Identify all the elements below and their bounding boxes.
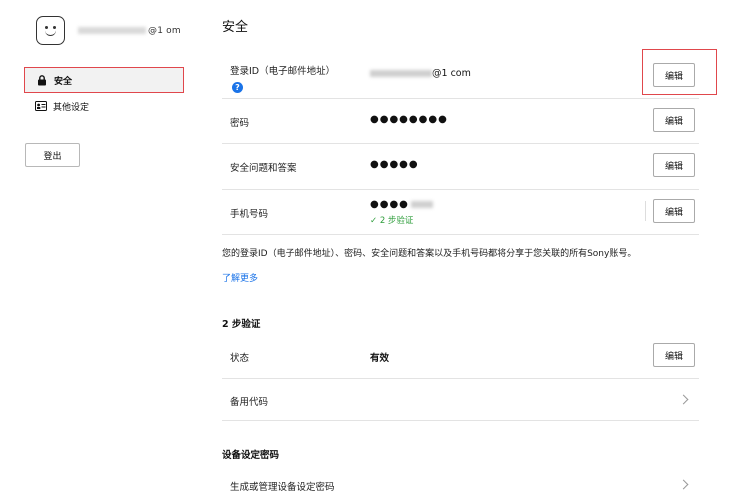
status-label: 状态 [230,353,250,364]
page-title: 安全 [222,20,249,35]
lock-icon [36,74,48,86]
password-value: ●●●●●●●● [370,114,448,125]
email-suffix: @1 om [148,26,181,36]
backup-codes-label: 备用代码 [230,397,269,408]
security-question-row: 安全问题和答案 ●●●●● 编辑 [222,144,699,190]
avatar [36,16,65,45]
avatar-eye-right [53,26,56,29]
avatar-mouth [45,30,56,36]
login-id-value: @1 com [370,68,471,79]
edit-two-step-button[interactable]: 编辑 [653,343,695,367]
sidebar-item-label: 安全 [54,76,73,87]
login-id-row: 登录ID（电子邮件地址） ? @1 com 编辑 [222,52,699,99]
help-icon[interactable]: ? [232,82,243,93]
id-card-icon [35,101,47,112]
backup-codes-row[interactable]: 备用代码 [222,379,699,421]
phone-label: 手机号码 [230,209,269,220]
edit-phone-button[interactable]: 编辑 [653,199,695,223]
email-redaction [78,27,146,34]
phone-row: 手机号码 ●●●● ✓ 2 步验证 编辑 [222,190,699,235]
sidebar-item-other-settings[interactable]: 其他设定 [24,93,184,119]
password-row: 密码 ●●●●●●●● 编辑 [222,99,699,144]
security-question-label: 安全问题和答案 [230,163,297,174]
edit-password-button[interactable]: 编辑 [653,108,695,132]
device-password-title: 设备设定密码 [222,450,280,461]
learn-more-link[interactable]: 了解更多 [222,271,258,284]
highlight-box [642,49,717,95]
sidebar-item-label: 其他设定 [53,102,90,113]
login-id-label: 登录ID（电子邮件地址） [230,66,336,77]
chevron-right-icon [678,479,689,490]
logout-button[interactable]: 登出 [25,143,80,167]
password-label: 密码 [230,118,250,129]
login-id-suffix: @1 com [432,68,471,79]
device-password-row[interactable]: 生成或管理设备设定密码 [222,466,699,500]
two-step-status-row: 状态 有效 编辑 [222,334,699,379]
two-step-verified-badge: ✓ 2 步验证 [370,216,414,226]
login-id-redaction [370,70,432,77]
avatar-eye-left [45,26,48,29]
account-email: @1 om [78,26,181,36]
phone-redaction [410,200,433,208]
status-value: 有效 [370,353,390,364]
sharing-notice: 您的登录ID（电子邮件地址）、密码、安全问题和答案以及手机号码都将分享于您关联的… [222,249,637,259]
chevron-right-icon [678,394,689,405]
edit-security-question-button[interactable]: 编辑 [653,153,695,177]
phone-value: ●●●● [370,199,433,210]
security-question-value: ●●●●● [370,159,419,170]
two-step-title: 2 步验证 [222,319,261,330]
phone-prefix: ●●●● [370,199,409,210]
device-password-label: 生成或管理设备设定密码 [230,482,335,493]
sidebar-item-security[interactable]: 安全 [24,67,184,93]
phone-divider [645,201,646,221]
